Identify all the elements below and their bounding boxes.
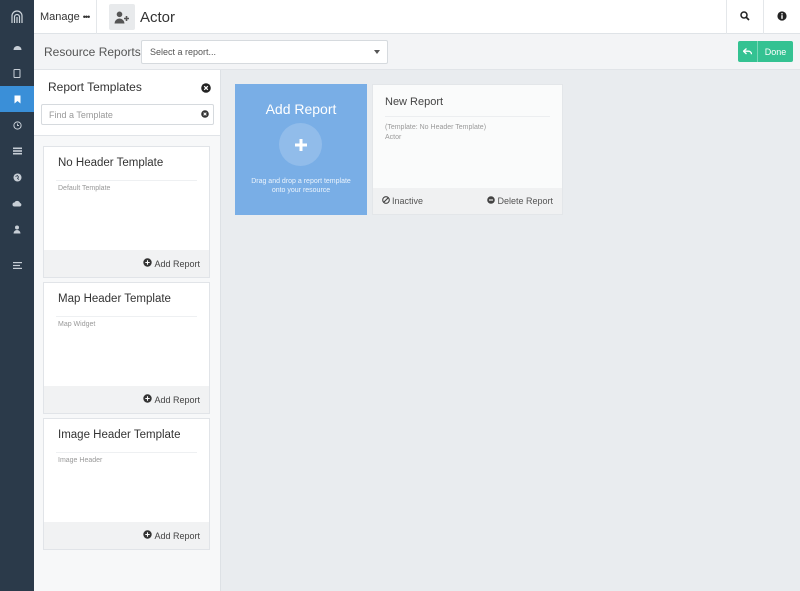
- report-template-info: (Template: No Header Template) Actor: [385, 123, 486, 142]
- add-report-dropzone[interactable]: Add Report Drag and drop a report templa…: [235, 84, 367, 215]
- templates-panel-title: Report Templates: [48, 80, 142, 94]
- report-select[interactable]: Select a report...: [141, 40, 388, 64]
- logo-arch-icon[interactable]: [0, 0, 34, 34]
- plus-circle-icon: [143, 394, 154, 405]
- report-templates-panel: Report Templates Find a Template No Head…: [34, 70, 221, 591]
- info-icon: [777, 8, 787, 26]
- delete-report-button[interactable]: Delete Report: [487, 188, 553, 214]
- nav-bookmark[interactable]: [0, 86, 34, 112]
- templates-panel-header: Report Templates Find a Template: [34, 70, 220, 136]
- template-description: Image Header: [58, 457, 103, 464]
- nav-menu[interactable]: [0, 252, 34, 278]
- list-icon: [12, 147, 22, 155]
- add-report-label: Add Report: [154, 394, 200, 405]
- cloud-icon: [12, 200, 22, 207]
- divider: [56, 180, 197, 181]
- bookmark-icon: [14, 95, 21, 104]
- add-report-label: Add Report: [154, 530, 200, 541]
- divider: [56, 316, 197, 317]
- user-add-icon: [109, 4, 135, 30]
- minus-circle-icon: [487, 196, 497, 206]
- add-report-label: Add Report: [154, 258, 200, 269]
- ban-icon: [382, 196, 392, 206]
- clear-search-icon[interactable]: [201, 110, 209, 120]
- template-card[interactable]: No Header Template Default Template Add …: [43, 146, 210, 278]
- template-description: Default Template: [58, 185, 111, 192]
- divider: [56, 452, 197, 453]
- inactive-toggle[interactable]: Inactive: [382, 188, 423, 214]
- template-card[interactable]: Map Header Template Map Widget Add Repor…: [43, 282, 210, 414]
- plus-icon: [279, 123, 322, 166]
- globe-icon: [13, 173, 22, 182]
- done-label: Done: [764, 46, 787, 57]
- template-search-input[interactable]: Find a Template: [41, 104, 214, 125]
- menu-lines-icon: [12, 261, 22, 269]
- report-template-name: (Template: No Header Template): [385, 124, 487, 131]
- add-report-button[interactable]: Add Report: [44, 386, 209, 413]
- more-dots-icon: •••: [82, 12, 91, 22]
- nav-list[interactable]: [0, 138, 34, 164]
- template-card[interactable]: Image Header Template Image Header Add R…: [43, 418, 210, 550]
- page-title: Actor: [140, 8, 176, 26]
- nav-cloud[interactable]: [0, 190, 34, 216]
- nav-globe[interactable]: [0, 164, 34, 190]
- report-select-value: Select a report...: [150, 47, 217, 57]
- delete-report-label: Delete Report: [497, 196, 553, 206]
- nav-book[interactable]: [0, 60, 34, 86]
- manage-label: Manage: [40, 11, 80, 23]
- clock-icon: [12, 120, 22, 130]
- divider: [385, 116, 550, 117]
- search-button[interactable]: [727, 0, 763, 34]
- header-divider: [96, 0, 97, 34]
- search-icon: [740, 8, 750, 26]
- report-resource-name: Actor: [385, 133, 402, 141]
- add-report-help: Drag and drop a report template onto you…: [251, 178, 351, 194]
- report-name: New Report: [385, 96, 444, 108]
- report-card-footer: Inactive Delete Report: [373, 188, 562, 214]
- template-name: Image Header Template: [58, 429, 181, 441]
- resource-reports-bar: Resource Reports Select a report... Done: [34, 34, 800, 70]
- nav-user[interactable]: [0, 216, 34, 242]
- report-card[interactable]: New Report (Template: No Header Template…: [372, 84, 563, 215]
- manage-menu-button[interactable]: Manage •••: [40, 0, 91, 34]
- top-header: Manage ••• Actor: [34, 0, 800, 34]
- resource-reports-label: Resource Reports: [44, 45, 141, 59]
- done-button[interactable]: Done: [738, 41, 793, 62]
- inactive-label: Inactive: [392, 196, 424, 206]
- dashboard-icon: [13, 43, 22, 51]
- template-description: Map Widget: [58, 321, 96, 328]
- nav-clock[interactable]: [0, 112, 34, 138]
- nav-dashboard[interactable]: [0, 34, 34, 60]
- close-icon[interactable]: [201, 80, 211, 93]
- plus-circle-icon: [143, 530, 154, 541]
- add-report-title: Add Report: [265, 101, 337, 117]
- add-report-button[interactable]: Add Report: [44, 250, 209, 277]
- info-button[interactable]: [764, 0, 800, 34]
- caret-down-icon: [374, 50, 380, 54]
- user-icon: [13, 225, 21, 234]
- left-nav: [0, 0, 34, 591]
- template-search-placeholder: Find a Template: [49, 109, 113, 120]
- template-name: Map Header Template: [58, 293, 171, 305]
- plus-circle-icon: [143, 258, 154, 269]
- template-name: No Header Template: [58, 157, 164, 169]
- undo-arrow-icon: [738, 41, 758, 62]
- add-report-button[interactable]: Add Report: [44, 522, 209, 549]
- book-icon: [13, 68, 21, 78]
